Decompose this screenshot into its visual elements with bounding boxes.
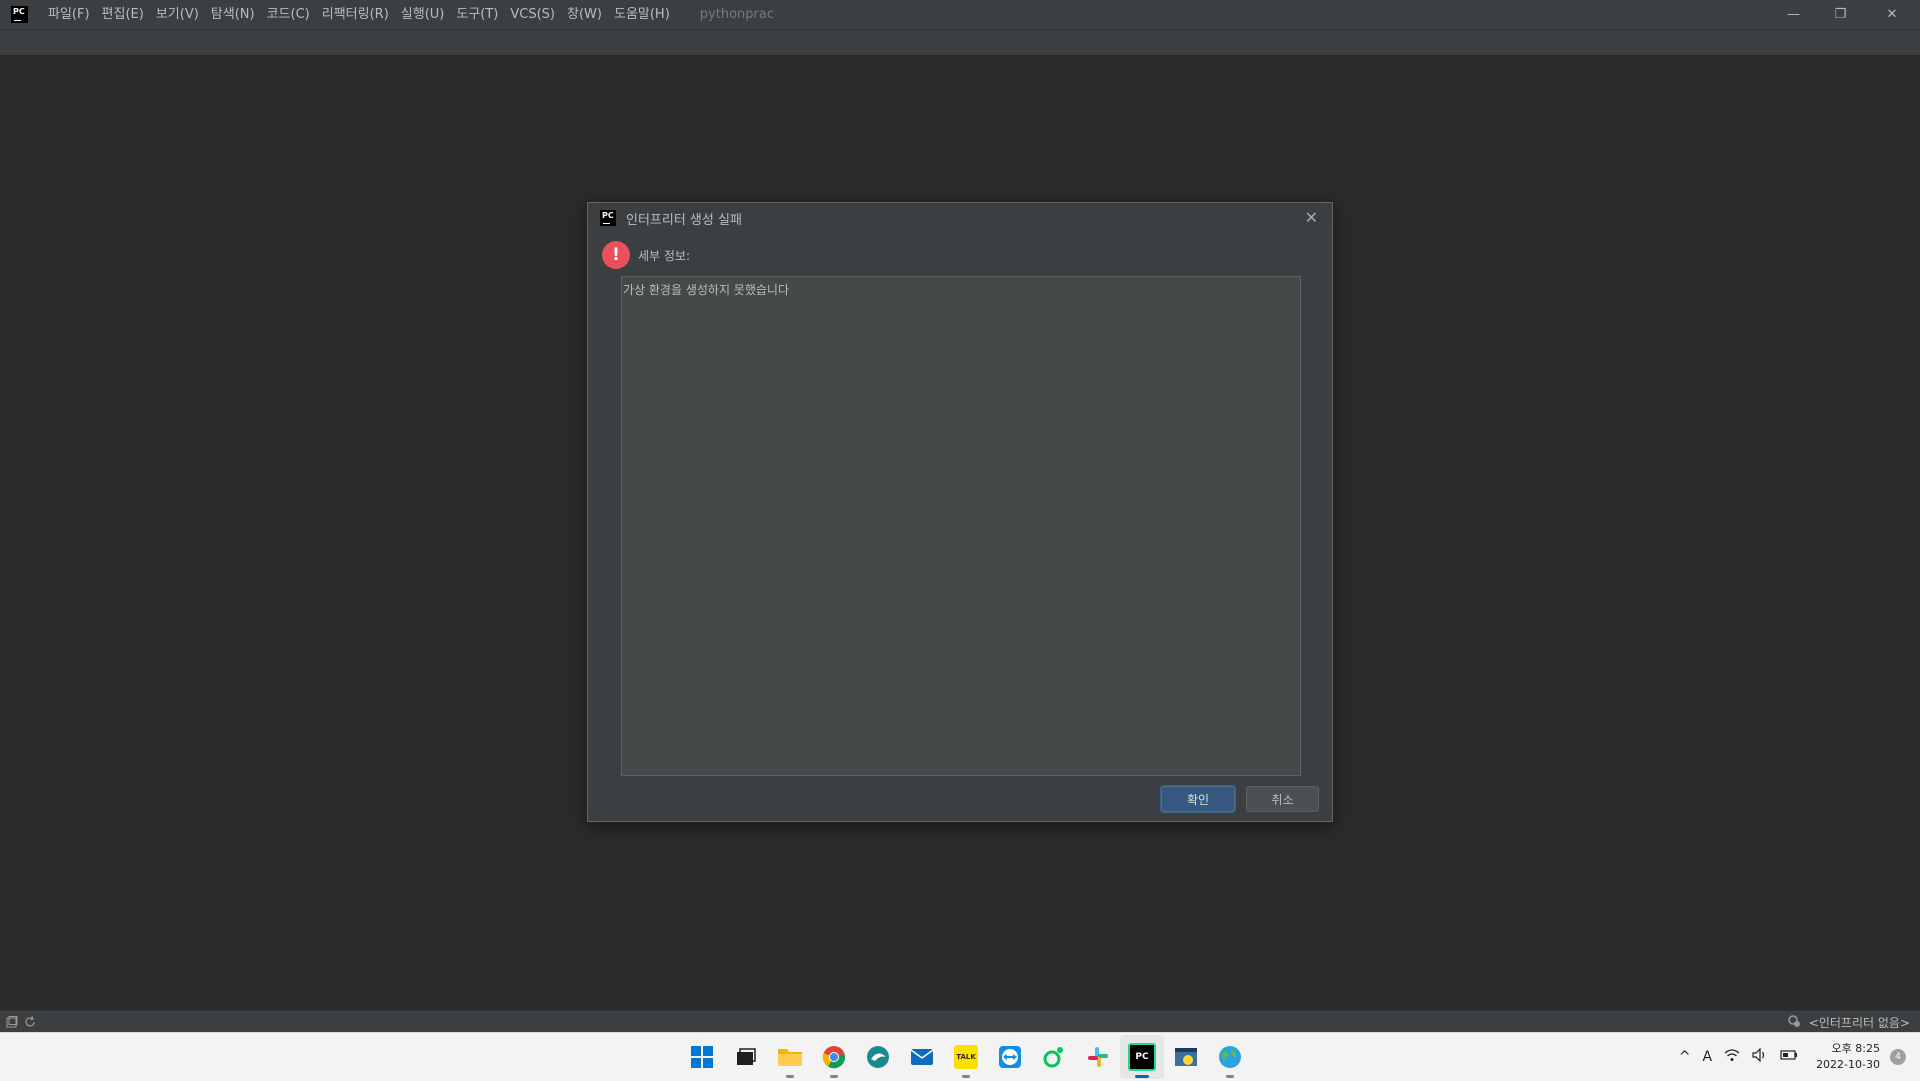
refresh-icon[interactable] <box>24 1016 36 1028</box>
error-dialog: PC 인터프리터 생성 실패 ✕ ! 세부 정보: 가상 환경을 생성하지 못했… <box>587 202 1333 822</box>
menu-edit[interactable]: 편집(E) <box>96 0 150 29</box>
close-icon[interactable]: ✕ <box>1305 209 1318 227</box>
project-name: pythonprac <box>699 7 774 22</box>
status-bar: <인터프리터 없음> <box>0 1010 1920 1033</box>
menu-help[interactable]: 도움말(H) <box>608 0 676 29</box>
dialog-title: 인터프리터 생성 실패 <box>626 212 742 228</box>
teamviewer-icon[interactable] <box>988 1035 1032 1079</box>
chevron-up-icon[interactable]: ^ <box>1679 1049 1691 1065</box>
interpreter-settings-icon[interactable] <box>1787 1013 1801 1032</box>
windows-taskbar: TALK PC ^ A 오후 8:25 2022-10-30 4 <box>0 1032 1920 1081</box>
kakaotalk-glyph: TALK <box>954 1045 978 1069</box>
pycharm-logo-icon[interactable]: PC <box>11 6 28 23</box>
menu-refactor[interactable]: 리팩터링(R) <box>316 0 395 29</box>
menu-vcs[interactable]: VCS(S) <box>504 0 561 29</box>
ok-button[interactable]: 확인 <box>1161 786 1235 812</box>
python-window-icon[interactable] <box>1164 1035 1208 1079</box>
menu-code[interactable]: 코드(C) <box>261 0 316 29</box>
toolbar-strip <box>0 29 1920 56</box>
title-bar: PC 파일(F) 편집(E) 보기(V) 탐색(N) 코드(C) 리팩터링(R)… <box>0 0 1920 29</box>
taskbar-apps: TALK PC <box>680 1033 1252 1081</box>
window-controls: — ❐ ✕ <box>1770 0 1920 29</box>
system-tray: ^ A 오후 8:25 2022-10-30 4 <box>1673 1033 1920 1081</box>
logo-text: PC <box>13 7 25 16</box>
pycharm-glyph: PC <box>1128 1043 1156 1071</box>
error-icon: ! <box>602 241 630 269</box>
wifi-icon[interactable] <box>1724 1048 1740 1066</box>
restore-button[interactable]: ❐ <box>1817 0 1864 29</box>
chrome-icon[interactable] <box>812 1035 856 1079</box>
pycharm-logo-icon: PC <box>600 210 616 226</box>
globe-app-icon[interactable] <box>1208 1035 1252 1079</box>
ime-indicator[interactable]: A <box>1702 1049 1712 1065</box>
battery-icon[interactable] <box>1780 1049 1798 1065</box>
dialog-title-bar[interactable]: PC 인터프리터 생성 실패 ✕ <box>588 203 1332 233</box>
detail-row: ! 세부 정보: <box>602 241 690 269</box>
minimize-button[interactable]: — <box>1770 0 1817 29</box>
menu-run[interactable]: 실행(U) <box>395 0 451 29</box>
menu-tools[interactable]: 도구(T) <box>450 0 504 29</box>
clock-time: 오후 8:25 <box>1831 1042 1880 1055</box>
pycharm-icon[interactable]: PC <box>1120 1035 1164 1079</box>
menu-navigate[interactable]: 탐색(N) <box>205 0 261 29</box>
detail-label: 세부 정보: <box>638 248 691 263</box>
logo-text: PC <box>602 211 614 220</box>
volume-icon[interactable] <box>1752 1047 1768 1066</box>
menu-view[interactable]: 보기(V) <box>150 0 205 29</box>
error-message-textarea[interactable]: 가상 환경을 생성하지 못했습니다 <box>621 276 1301 776</box>
naver-app-icon[interactable] <box>1032 1035 1076 1079</box>
file-explorer-icon[interactable] <box>768 1035 812 1079</box>
interpreter-status[interactable]: <인터프리터 없음> <box>1809 1014 1910 1031</box>
menu-file[interactable]: 파일(F) <box>42 0 96 29</box>
notification-badge[interactable]: 4 <box>1890 1049 1906 1065</box>
close-window-button[interactable]: ✕ <box>1864 0 1920 29</box>
main-menu: 파일(F) 편집(E) 보기(V) 탐색(N) 코드(C) 리팩터링(R) 실행… <box>42 0 676 29</box>
mail-icon[interactable] <box>900 1035 944 1079</box>
slack-icon[interactable] <box>1076 1035 1120 1079</box>
error-message: 가상 환경을 생성하지 못했습니다 <box>623 283 790 297</box>
menu-window[interactable]: 창(W) <box>561 0 608 29</box>
clock[interactable]: 오후 8:25 2022-10-30 <box>1816 1041 1880 1073</box>
kakaotalk-icon[interactable]: TALK <box>944 1035 988 1079</box>
cancel-button[interactable]: 취소 <box>1246 786 1319 812</box>
clock-date: 2022-10-30 <box>1816 1058 1880 1071</box>
task-view-icon[interactable] <box>724 1035 768 1079</box>
edge-dev-icon[interactable] <box>856 1035 900 1079</box>
tool-windows-icon[interactable] <box>6 1016 18 1028</box>
windows-start-icon[interactable] <box>680 1035 724 1079</box>
